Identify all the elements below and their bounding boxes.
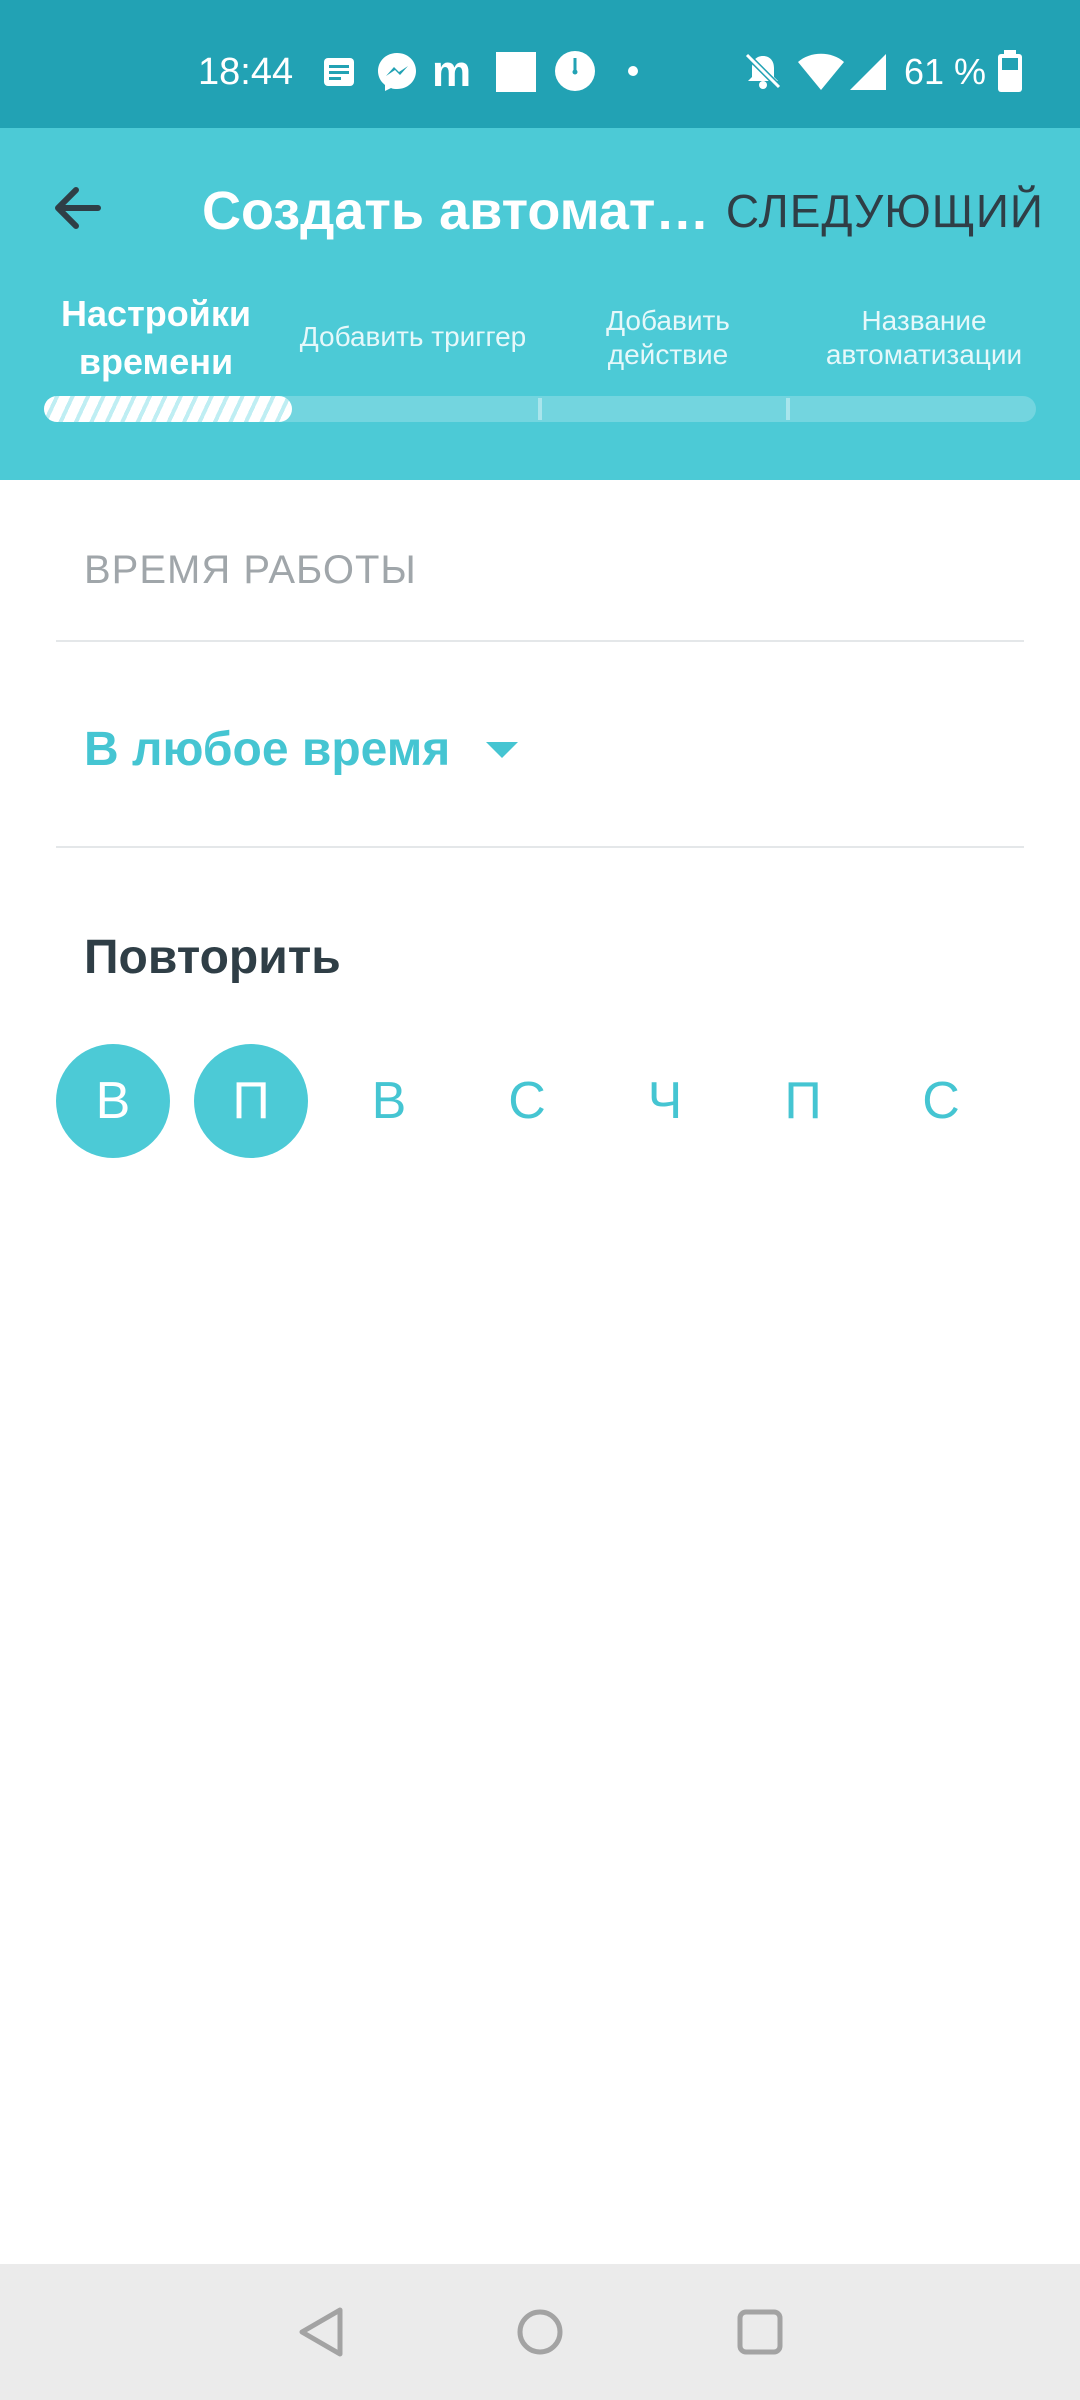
battery-percent: 61 %	[904, 51, 987, 92]
step-label: Добавить триггер	[299, 321, 527, 352]
status-time: 18:44	[198, 51, 294, 93]
time-range-dropdown[interactable]: В любое время	[84, 712, 519, 788]
caret-down-icon	[486, 742, 519, 758]
time-range-value: В любое время	[84, 723, 451, 776]
divider	[56, 640, 1024, 642]
progress-divider	[538, 398, 542, 420]
messenger-icon	[378, 53, 416, 91]
page-title: Создать автоматизацию	[202, 181, 712, 241]
progress-divider	[786, 398, 790, 420]
app-header: Создать автоматизацию СЛЕДУЮЩИЙ Настройк…	[0, 128, 1080, 480]
next-button[interactable]: СЛЕДУЮЩИЙ	[726, 178, 1044, 244]
battery-icon	[998, 50, 1022, 92]
square-app-icon	[496, 52, 536, 92]
clock-icon	[555, 51, 595, 91]
step-label: Добавить действие	[606, 305, 730, 370]
wizard-progress-bar	[44, 396, 1036, 422]
m-app-icon: m	[432, 48, 471, 94]
system-nav-bar	[0, 2264, 1080, 2400]
section-label-work-time: ВРЕМЯ РАБОТЫ	[84, 548, 417, 592]
day-toggle-tue[interactable]: В	[332, 1044, 446, 1158]
step-add-trigger[interactable]: Добавить триггер	[280, 320, 546, 354]
step-time-settings[interactable]: Настройки времени	[36, 290, 276, 386]
home-circle-icon[interactable]	[500, 2292, 580, 2372]
day-toggle-mon[interactable]: П	[194, 1044, 308, 1158]
notes-icon	[324, 58, 354, 86]
step-label: Название автоматизации	[825, 305, 1023, 370]
wizard-progress-fill	[44, 396, 292, 422]
status-bar: 18:44 m 61 %	[0, 0, 1080, 128]
step-label: Настройки времени	[61, 293, 251, 382]
step-add-action[interactable]: Добавить действие	[576, 304, 760, 372]
day-toggle-sat[interactable]: С	[884, 1044, 998, 1158]
svg-text:m: m	[432, 48, 471, 94]
day-toggle-sun[interactable]: В	[56, 1044, 170, 1158]
day-toggle-thu[interactable]: Ч	[608, 1044, 722, 1158]
divider	[56, 846, 1024, 848]
arrow-left-icon[interactable]	[40, 168, 120, 248]
step-automation-name[interactable]: Название автоматизации	[800, 304, 1048, 372]
back-triangle-icon[interactable]	[282, 2292, 362, 2372]
wifi-icon	[798, 53, 844, 90]
weekday-selector: В П В С Ч П С	[56, 1044, 1024, 1158]
recents-square-icon[interactable]	[720, 2292, 800, 2372]
dot-icon	[628, 66, 638, 76]
bell-off-icon	[744, 52, 782, 90]
signal-icon	[850, 54, 886, 90]
day-toggle-wed[interactable]: С	[470, 1044, 584, 1158]
day-toggle-fri[interactable]: П	[746, 1044, 860, 1158]
repeat-label: Повторить	[84, 931, 341, 984]
